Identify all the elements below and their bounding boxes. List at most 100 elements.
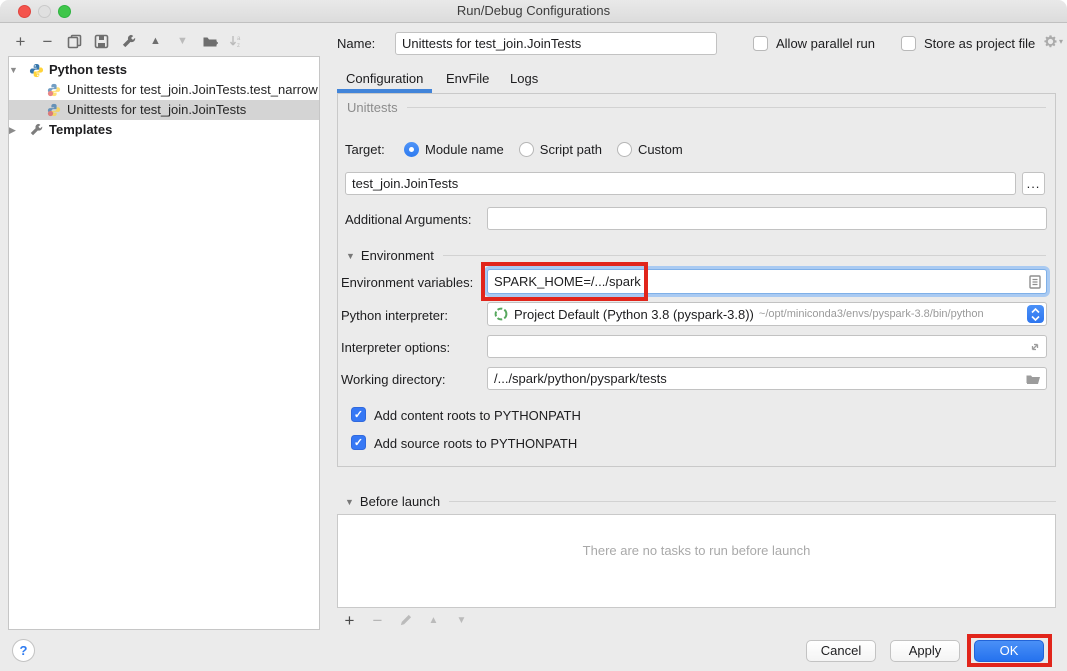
python-interpreter-select[interactable]: Project Default (Python 3.8 (pyspark-3.8… bbox=[487, 302, 1047, 326]
section-collapse-arrow-icon[interactable]: ▼ bbox=[345, 497, 354, 507]
empty-task-list-text: There are no tasks to run before launch bbox=[338, 543, 1055, 558]
gear-dropdown-caret: ▾ bbox=[1059, 37, 1063, 46]
add-content-roots-label: Add content roots to PYTHONPATH bbox=[374, 407, 581, 425]
add-source-roots-label: Add source roots to PYTHONPATH bbox=[374, 435, 577, 453]
tree-item-jointests-selected[interactable]: Unittests for test_join.JoinTests bbox=[9, 100, 319, 120]
remove-configuration-icon[interactable]: − bbox=[39, 33, 56, 50]
close-window-button[interactable] bbox=[18, 5, 31, 18]
svg-text:a: a bbox=[237, 36, 241, 42]
radio-script-path[interactable]: Script path bbox=[519, 142, 602, 157]
collapsed-arrow-icon[interactable]: ▶ bbox=[9, 120, 29, 140]
interpreter-path: ~/opt/miniconda3/envs/pyspark-3.8/bin/py… bbox=[759, 308, 984, 320]
tab-logs[interactable]: Logs bbox=[510, 68, 538, 90]
section-collapse-arrow-icon[interactable]: ▼ bbox=[346, 251, 355, 261]
radio-module-name[interactable]: Module name bbox=[404, 142, 504, 157]
expand-field-icon[interactable] bbox=[1029, 341, 1041, 353]
new-folder-icon[interactable] bbox=[201, 33, 218, 50]
section-title: Before launch bbox=[360, 494, 440, 509]
tab-configuration[interactable]: Configuration bbox=[346, 68, 423, 90]
interpreter-options-label: Interpreter options: bbox=[341, 339, 450, 357]
section-title: Environment bbox=[361, 248, 434, 263]
python-icon bbox=[29, 63, 45, 78]
add-content-roots-checkbox[interactable]: ✓ bbox=[351, 407, 366, 422]
radio-unselected-icon[interactable] bbox=[519, 142, 534, 157]
dropdown-stepper-icon[interactable] bbox=[1027, 305, 1044, 323]
zoom-window-button[interactable] bbox=[58, 5, 71, 18]
browse-env-vars-icon[interactable] bbox=[1029, 275, 1041, 289]
annotation-ok-highlight bbox=[967, 634, 1052, 667]
name-input[interactable]: Unittests for test_join.JoinTests bbox=[395, 32, 717, 55]
working-directory-label: Working directory: bbox=[341, 371, 446, 389]
expanded-arrow-icon[interactable]: ▼ bbox=[9, 60, 29, 80]
window-title: Run/Debug Configurations bbox=[0, 0, 1067, 22]
move-task-down-icon: ▼ bbox=[453, 612, 470, 629]
name-label: Name: bbox=[337, 35, 375, 53]
radio-selected-icon[interactable] bbox=[404, 142, 419, 157]
edit-templates-icon[interactable] bbox=[120, 33, 137, 50]
move-up-icon[interactable]: ▲ bbox=[147, 33, 164, 50]
apply-button[interactable]: Apply bbox=[890, 640, 960, 662]
tab-envfile[interactable]: EnvFile bbox=[446, 68, 489, 90]
browse-module-button[interactable]: ... bbox=[1022, 172, 1045, 195]
help-button[interactable]: ? bbox=[12, 639, 35, 662]
move-down-icon: ▼ bbox=[174, 33, 191, 50]
name-value: Unittests for test_join.JoinTests bbox=[402, 36, 581, 51]
store-as-project-file-checkbox[interactable] bbox=[901, 36, 916, 51]
before-launch-section-header[interactable]: ▼ Before launch bbox=[345, 494, 1056, 509]
target-radio-group: Module name Script path Custom bbox=[404, 140, 698, 158]
target-module-value: test_join.JoinTests bbox=[352, 176, 458, 191]
add-task-icon[interactable]: + bbox=[341, 612, 358, 629]
configurations-tree: ▼ Python tests Unittests for test_join.J… bbox=[8, 56, 320, 630]
minimize-window-button bbox=[38, 5, 51, 18]
python-test-config-icon bbox=[47, 103, 63, 117]
add-source-roots-checkbox[interactable]: ✓ bbox=[351, 435, 366, 450]
check-icon: ✓ bbox=[354, 409, 363, 421]
tree-item-test-narrow[interactable]: Unittests for test_join.JoinTests.test_n… bbox=[9, 80, 319, 100]
edit-task-icon bbox=[397, 612, 414, 629]
interpreter-value: Project Default (Python 3.8 (pyspark-3.8… bbox=[514, 307, 754, 322]
allow-parallel-run-checkbox[interactable] bbox=[753, 36, 768, 51]
target-label: Target: bbox=[345, 141, 385, 159]
conda-env-icon bbox=[494, 307, 508, 321]
move-task-up-icon: ▲ bbox=[425, 612, 442, 629]
additional-arguments-input[interactable] bbox=[487, 207, 1047, 230]
cancel-button[interactable]: Cancel bbox=[806, 640, 876, 662]
working-directory-value: /.../spark/python/pyspark/tests bbox=[494, 371, 667, 386]
tree-item-label: Unittests for test_join.JoinTests.test_n… bbox=[67, 80, 318, 100]
store-as-project-file-label: Store as project file bbox=[924, 35, 1035, 53]
environment-variables-label: Environment variables: bbox=[341, 274, 473, 292]
python-interpreter-label: Python interpreter: bbox=[341, 307, 448, 325]
add-configuration-icon[interactable]: + bbox=[12, 33, 29, 50]
ellipsis-icon: ... bbox=[1027, 179, 1041, 189]
tree-item-label: Python tests bbox=[49, 60, 127, 80]
tree-item-templates[interactable]: ▶ Templates bbox=[9, 120, 319, 140]
group-title: Unittests bbox=[347, 100, 398, 115]
save-configuration-icon[interactable] bbox=[93, 33, 110, 50]
tree-item-python-tests[interactable]: ▼ Python tests bbox=[9, 60, 319, 80]
sort-configurations-icon: az bbox=[228, 33, 245, 50]
check-icon: ✓ bbox=[354, 437, 363, 449]
radio-label: Module name bbox=[425, 142, 504, 157]
task-list-toolbar: + − ▲ ▼ bbox=[341, 611, 470, 629]
tree-item-label: Unittests for test_join.JoinTests bbox=[67, 100, 246, 120]
python-test-config-icon bbox=[47, 83, 63, 97]
svg-text:z: z bbox=[237, 43, 240, 49]
browse-folder-icon[interactable] bbox=[1026, 373, 1041, 385]
copy-configuration-icon[interactable] bbox=[66, 33, 83, 50]
target-module-input[interactable]: test_join.JoinTests bbox=[345, 172, 1016, 195]
interpreter-options-input[interactable] bbox=[487, 335, 1047, 358]
radio-unselected-icon[interactable] bbox=[617, 142, 632, 157]
additional-arguments-label: Additional Arguments: bbox=[345, 211, 471, 229]
title-bar: Run/Debug Configurations bbox=[0, 0, 1067, 23]
configurations-toolbar: + − ▲ ▼ az bbox=[12, 31, 245, 51]
environment-section-header[interactable]: ▼ Environment bbox=[346, 248, 1046, 263]
before-launch-task-list: There are no tasks to run before launch bbox=[337, 514, 1056, 608]
run-debug-configurations-dialog: Run/Debug Configurations + − ▲ ▼ az ▼ bbox=[0, 0, 1067, 671]
radio-label: Custom bbox=[638, 142, 683, 157]
working-directory-input[interactable]: /.../spark/python/pyspark/tests bbox=[487, 367, 1047, 390]
store-options-gear-icon[interactable]: ▾ bbox=[1043, 34, 1063, 49]
radio-label: Script path bbox=[540, 142, 602, 157]
tree-item-label: Templates bbox=[49, 120, 112, 140]
remove-task-icon: − bbox=[369, 612, 386, 629]
radio-custom[interactable]: Custom bbox=[617, 142, 683, 157]
